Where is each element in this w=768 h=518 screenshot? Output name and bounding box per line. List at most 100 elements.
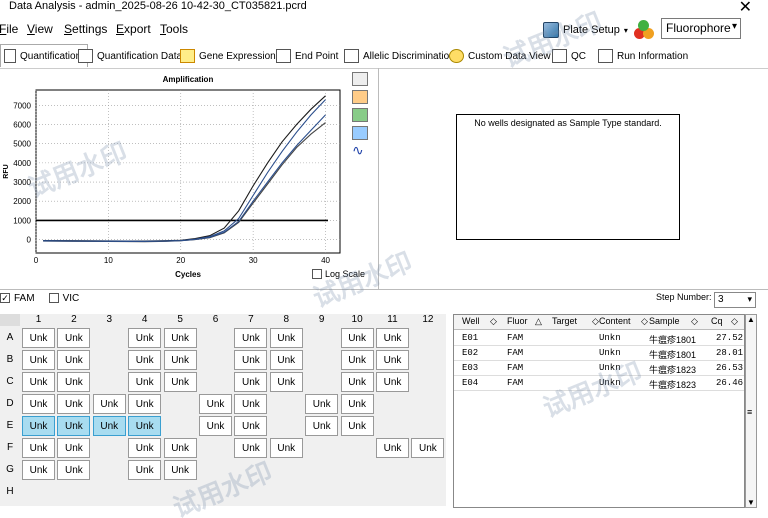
empty-well[interactable]: [92, 350, 126, 370]
empty-well[interactable]: [376, 416, 409, 436]
empty-well[interactable]: [92, 438, 126, 458]
well-cell[interactable]: Unk: [340, 328, 374, 348]
row-header[interactable]: E: [0, 420, 20, 431]
empty-well[interactable]: [128, 482, 162, 502]
well-cell[interactable]: Unk: [411, 438, 445, 458]
row-header[interactable]: F: [0, 442, 20, 453]
column-header[interactable]: 3: [93, 314, 126, 326]
column-header[interactable]: 12: [411, 314, 444, 326]
well-cell[interactable]: Unk: [22, 460, 55, 480]
close-icon[interactable]: ✕: [739, 0, 752, 17]
well-cell[interactable]: Unk: [234, 416, 268, 436]
empty-well[interactable]: [234, 482, 268, 502]
empty-well[interactable]: [199, 372, 232, 392]
print-icon[interactable]: [352, 90, 368, 104]
well-cell[interactable]: Unk: [340, 372, 374, 392]
well-cell[interactable]: Unk: [199, 416, 232, 436]
column-header[interactable]: Fluor: [507, 316, 528, 326]
menu-item[interactable]: Tools: [160, 22, 188, 36]
well-cell[interactable]: Unk: [57, 328, 91, 348]
well-cell[interactable]: Unk: [92, 416, 126, 436]
well-cell[interactable]: Unk: [22, 372, 55, 392]
table-row[interactable]: E01 FAM Unkn 牛瘟疹1801 27.52: [454, 331, 744, 346]
well-cell[interactable]: Unk: [128, 460, 162, 480]
empty-well[interactable]: [376, 482, 409, 502]
well-cell[interactable]: Unk: [376, 350, 409, 370]
well-cell[interactable]: Unk: [163, 438, 197, 458]
well-cell[interactable]: Unk: [22, 416, 55, 436]
plate-corner[interactable]: [0, 314, 20, 326]
empty-well[interactable]: [340, 438, 374, 458]
column-header[interactable]: 2: [57, 314, 90, 326]
column-header[interactable]: Well: [462, 316, 479, 326]
log-scale-toggle[interactable]: Log Scale: [312, 269, 365, 279]
column-header[interactable]: 5: [164, 314, 197, 326]
empty-well[interactable]: [411, 482, 445, 502]
step-number-select[interactable]: 3 ▾: [714, 292, 756, 308]
column-header[interactable]: 6: [199, 314, 232, 326]
empty-well[interactable]: [305, 482, 339, 502]
row-header[interactable]: A: [0, 332, 20, 343]
well-cell[interactable]: Unk: [22, 438, 55, 458]
well-cell[interactable]: Unk: [376, 328, 409, 348]
column-header[interactable]: 7: [234, 314, 267, 326]
empty-well[interactable]: [340, 460, 374, 480]
well-cell[interactable]: Unk: [22, 350, 55, 370]
row-header[interactable]: C: [0, 376, 20, 387]
column-header[interactable]: 8: [270, 314, 303, 326]
well-cell[interactable]: Unk: [57, 438, 91, 458]
tab-qc[interactable]: QC: [552, 45, 586, 67]
vic-checkbox[interactable]: [48, 293, 59, 303]
well-cell[interactable]: Unk: [234, 372, 268, 392]
well-cell[interactable]: Unk: [376, 438, 409, 458]
well-cell[interactable]: Unk: [305, 394, 339, 414]
well-cell[interactable]: Unk: [128, 372, 162, 392]
column-header[interactable]: 1: [22, 314, 55, 326]
fam-filter[interactable]: ✓ FAM: [0, 293, 35, 304]
well-cell[interactable]: Unk: [92, 394, 126, 414]
empty-well[interactable]: [269, 482, 303, 502]
column-header[interactable]: 11: [376, 314, 409, 326]
table-row[interactable]: E03 FAM Unkn 牛瘟疹1823 26.53: [454, 361, 744, 376]
well-cell[interactable]: Unk: [163, 328, 197, 348]
empty-well[interactable]: [411, 460, 445, 480]
sort-icon[interactable]: △: [535, 316, 542, 327]
empty-well[interactable]: [92, 482, 126, 502]
sort-icon[interactable]: ◇: [490, 316, 497, 327]
scroll-down-icon[interactable]: ▼: [747, 498, 755, 507]
tab-end-point[interactable]: End Point: [276, 45, 338, 67]
well-cell[interactable]: Unk: [57, 372, 91, 392]
empty-well[interactable]: [92, 460, 126, 480]
well-cell[interactable]: Unk: [340, 350, 374, 370]
column-header[interactable]: 4: [128, 314, 161, 326]
empty-well[interactable]: [376, 394, 409, 414]
empty-well[interactable]: [163, 482, 197, 502]
empty-well[interactable]: [199, 350, 232, 370]
image-icon[interactable]: [352, 126, 368, 140]
row-header[interactable]: D: [0, 398, 20, 409]
well-cell[interactable]: Unk: [128, 416, 162, 436]
column-header[interactable]: 9: [305, 314, 338, 326]
tab-quantification-data[interactable]: Quantification Data: [78, 45, 182, 67]
column-header[interactable]: Sample: [649, 316, 680, 326]
well-cell[interactable]: Unk: [340, 416, 374, 436]
well-cell[interactable]: Unk: [163, 372, 197, 392]
empty-well[interactable]: [199, 328, 232, 348]
empty-well[interactable]: [57, 482, 91, 502]
fluorophore-color-icon[interactable]: [632, 18, 656, 40]
menu-item[interactable]: Export: [116, 22, 151, 36]
well-cell[interactable]: Unk: [128, 394, 162, 414]
empty-well[interactable]: [234, 460, 268, 480]
well-cell[interactable]: Unk: [234, 350, 268, 370]
scroll-grip-icon[interactable]: ≡: [747, 407, 752, 417]
empty-well[interactable]: [411, 350, 445, 370]
empty-well[interactable]: [411, 372, 445, 392]
tab-run-information[interactable]: Run Information: [598, 45, 688, 67]
column-header[interactable]: Cq: [711, 316, 723, 326]
curve-icon[interactable]: ∿: [352, 143, 368, 158]
well-cell[interactable]: Unk: [305, 416, 339, 436]
empty-well[interactable]: [199, 438, 232, 458]
well-cell[interactable]: Unk: [269, 350, 303, 370]
row-header[interactable]: B: [0, 354, 20, 365]
menu-item[interactable]: File: [0, 22, 18, 36]
